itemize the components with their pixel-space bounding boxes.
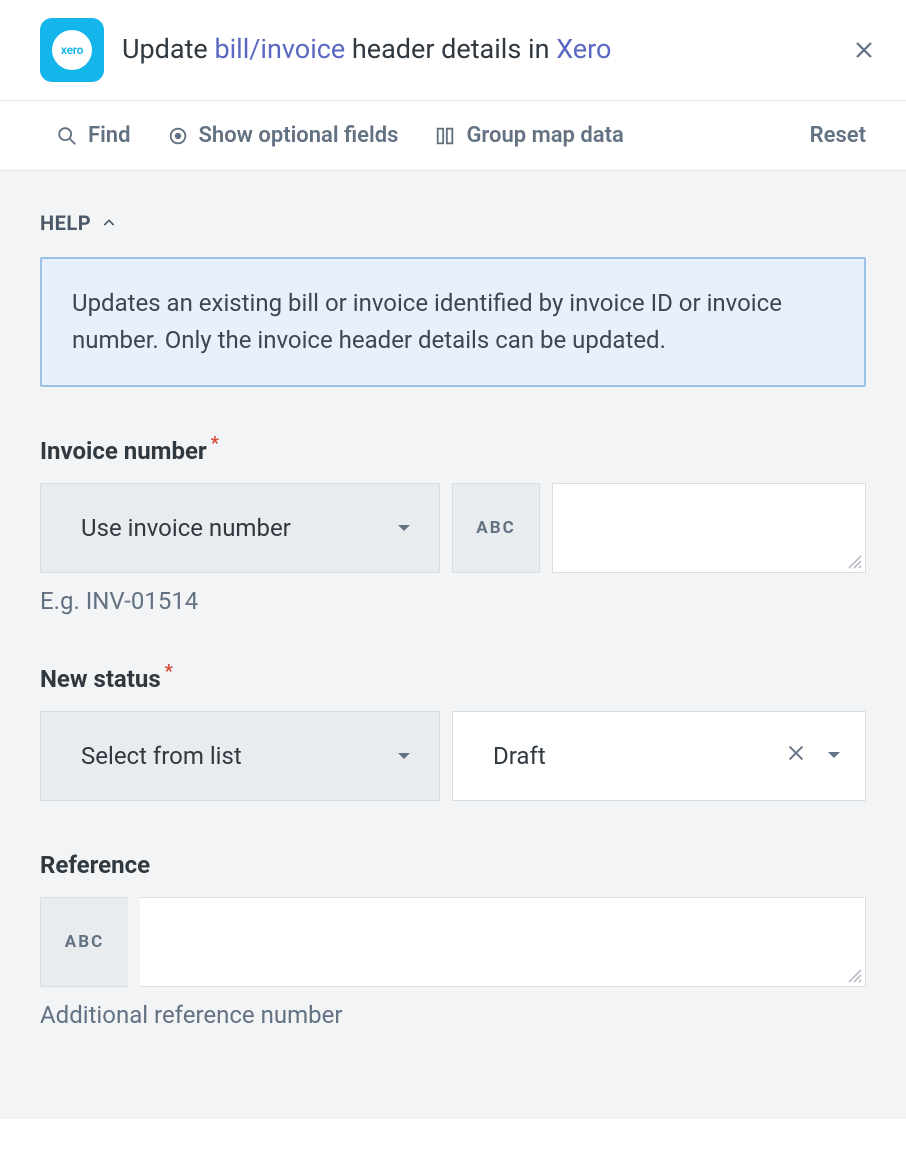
eye-icon xyxy=(167,125,189,147)
search-icon xyxy=(56,125,78,147)
new-status-label: New status * xyxy=(40,665,866,693)
reference-helper: Additional reference number xyxy=(40,1001,866,1029)
reference-input-wrap xyxy=(140,897,866,987)
dialog-header: xero Update bill/invoice header details … xyxy=(0,0,906,101)
title-link-xero[interactable]: Xero xyxy=(556,33,611,65)
help-label: HELP xyxy=(40,211,91,235)
help-box: Updates an existing bill or invoice iden… xyxy=(40,257,866,387)
invoice-number-helper: E.g. INV-01514 xyxy=(40,587,866,615)
chevron-down-icon xyxy=(825,742,843,770)
show-optional-fields-button[interactable]: Show optional fields xyxy=(167,123,399,148)
group-map-label: Group map data xyxy=(466,123,623,148)
reference-label-text: Reference xyxy=(40,851,150,879)
reference-input[interactable] xyxy=(140,898,865,986)
invoice-number-mode-value: Use invoice number xyxy=(81,514,291,542)
help-text: Updates an existing bill or invoice iden… xyxy=(72,289,782,354)
form-body: HELP Updates an existing bill or invoice… xyxy=(0,171,906,1119)
chevron-down-icon xyxy=(395,747,413,765)
show-optional-label: Show optional fields xyxy=(199,123,399,148)
field-new-status: New status * Select from list Draft xyxy=(40,665,866,801)
invoice-number-label: Invoice number * xyxy=(40,437,866,465)
find-label: Find xyxy=(88,123,131,148)
title-middle: header details in xyxy=(345,33,556,65)
find-button[interactable]: Find xyxy=(56,123,131,148)
clear-icon[interactable] xyxy=(785,742,807,770)
close-icon[interactable] xyxy=(850,36,878,64)
new-status-select[interactable]: Draft xyxy=(452,711,866,801)
invoice-number-label-text: Invoice number xyxy=(40,437,207,465)
invoice-number-input[interactable] xyxy=(553,484,865,572)
app-logo: xero xyxy=(40,18,104,82)
invoice-number-input-wrap xyxy=(552,483,866,573)
required-mark: * xyxy=(165,663,173,681)
invoice-number-mode-dropdown[interactable]: Use invoice number xyxy=(40,483,440,573)
title-link-bill-invoice[interactable]: bill/invoice xyxy=(214,33,345,65)
group-map-icon xyxy=(434,125,456,147)
help-toggle[interactable]: HELP xyxy=(40,211,866,235)
title-prefix: Update xyxy=(122,33,214,65)
required-mark: * xyxy=(211,435,219,453)
field-reference: Reference ABC Additional reference numbe… xyxy=(40,851,866,1029)
chevron-down-icon xyxy=(395,519,413,537)
reference-label: Reference xyxy=(40,851,866,879)
field-invoice-number: Invoice number * Use invoice number ABC … xyxy=(40,437,866,615)
invoice-number-type-badge: ABC xyxy=(452,483,540,573)
app-logo-text: xero xyxy=(52,30,92,70)
new-status-value: Draft xyxy=(493,742,767,770)
toolbar: Find Show optional fields Group map data… xyxy=(0,101,906,171)
new-status-label-text: New status xyxy=(40,665,161,693)
reference-type-badge: ABC xyxy=(40,897,128,987)
group-map-data-button[interactable]: Group map data xyxy=(434,123,623,148)
new-status-mode-value: Select from list xyxy=(81,742,242,770)
new-status-mode-dropdown[interactable]: Select from list xyxy=(40,711,440,801)
chevron-up-icon xyxy=(101,215,117,231)
reset-button[interactable]: Reset xyxy=(810,123,866,148)
dialog-title: Update bill/invoice header details in Xe… xyxy=(122,32,832,67)
